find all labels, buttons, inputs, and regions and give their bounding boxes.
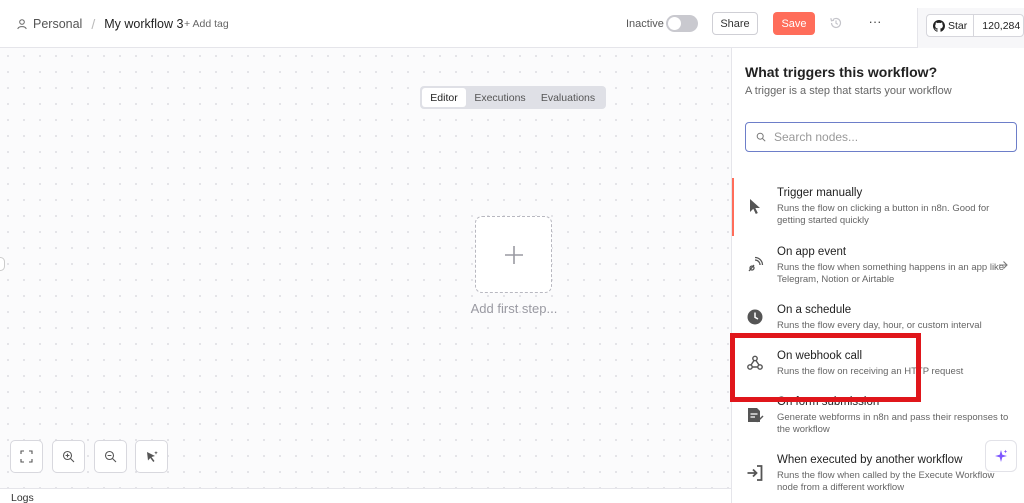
tab-evaluations[interactable]: Evaluations [534, 88, 602, 107]
history-icon[interactable] [829, 16, 843, 30]
form-icon [748, 408, 764, 423]
save-button[interactable]: Save [773, 12, 815, 35]
clock-icon [747, 309, 763, 325]
zoom-out-button[interactable] [94, 440, 127, 473]
github-star-area: Star 120,284 [917, 8, 1024, 48]
logs-label: Logs [11, 492, 34, 503]
zoom-in-icon [62, 450, 75, 463]
tidy-up-icon [147, 451, 158, 462]
node-description: Runs the flow on clicking a button in n8… [777, 203, 990, 226]
search-input[interactable] [774, 130, 1004, 144]
github-icon [933, 19, 945, 32]
breadcrumb: Personal / My workflow 3 [16, 16, 183, 32]
node-title: On app event [777, 246, 847, 258]
node-when-executed-by-another-workflow[interactable]: When executed by another workflow Runs t… [732, 454, 1024, 500]
tab-editor[interactable]: Editor [422, 88, 466, 107]
workflow-canvas[interactable]: Editor Executions Evaluations [0, 48, 731, 488]
panel-title: What triggers this workflow? [745, 64, 938, 80]
more-options-icon[interactable]: ··· [867, 15, 883, 30]
add-first-step-button[interactable] [475, 216, 552, 293]
add-first-step-label: Add first step... [470, 301, 558, 316]
zoom-out-icon [104, 450, 117, 463]
breadcrumb-separator: / [91, 16, 96, 32]
active-status-label: Inactive [626, 18, 664, 30]
sparkle-icon [995, 449, 1008, 462]
node-title: When executed by another workflow [777, 454, 963, 466]
add-tag-button[interactable]: + Add tag [184, 18, 229, 30]
github-star-left: Star [927, 15, 975, 36]
node-on-form-submission[interactable]: On form submission Generate webforms in … [732, 396, 1024, 442]
workflow-name[interactable]: My workflow 3 [104, 17, 183, 31]
toggle-knob [668, 17, 681, 30]
fit-view-icon [20, 450, 33, 463]
cursor-icon [750, 199, 760, 214]
search-icon [756, 132, 766, 142]
trigger-panel: What triggers this workflow? A trigger i… [731, 48, 1024, 503]
node-title: On a schedule [777, 304, 852, 316]
project-link[interactable]: Personal [33, 17, 82, 31]
ai-assistant-button[interactable] [985, 440, 1017, 472]
tidy-up-button[interactable] [135, 440, 168, 473]
node-title: Trigger manually [777, 187, 863, 199]
search-box[interactable] [745, 122, 1017, 152]
user-icon [17, 19, 27, 30]
node-on-app-event[interactable]: On app event Runs the flow when somethin… [732, 246, 1024, 292]
node-trigger-manually[interactable]: Trigger manually Runs the flow on clicki… [732, 187, 1024, 233]
share-button[interactable]: Share [712, 12, 758, 35]
arrow-right-icon [999, 261, 1008, 269]
panel-subtitle: A trigger is a step that starts your wor… [745, 85, 952, 97]
fit-view-button[interactable] [10, 440, 43, 473]
github-star-button[interactable]: Star 120,284 [926, 14, 1024, 37]
top-header: Personal / My workflow 3 + Add tag Inact… [0, 0, 1024, 48]
plus-icon [505, 246, 523, 264]
zoom-in-button[interactable] [52, 440, 85, 473]
node-description: Runs the flow when called by the Execute… [777, 470, 995, 493]
active-toggle[interactable] [666, 15, 698, 32]
github-star-count: 120,284 [982, 19, 1021, 32]
app-event-icon [748, 256, 764, 272]
view-tabs: Editor Executions Evaluations [420, 86, 606, 109]
github-star-label: Star [948, 19, 968, 32]
logs-bar[interactable]: Logs [0, 488, 731, 503]
sign-in-icon [747, 465, 763, 481]
tab-executions[interactable]: Executions [466, 88, 534, 107]
node-description: Runs the flow when something happens in … [777, 262, 1005, 285]
node-description: Runs the flow every day, hour, or custom… [777, 320, 982, 331]
highlight-box [730, 333, 921, 402]
sidebar-expand-handle[interactable] [0, 257, 5, 271]
node-description: Generate webforms in n8n and pass their … [777, 412, 1009, 435]
